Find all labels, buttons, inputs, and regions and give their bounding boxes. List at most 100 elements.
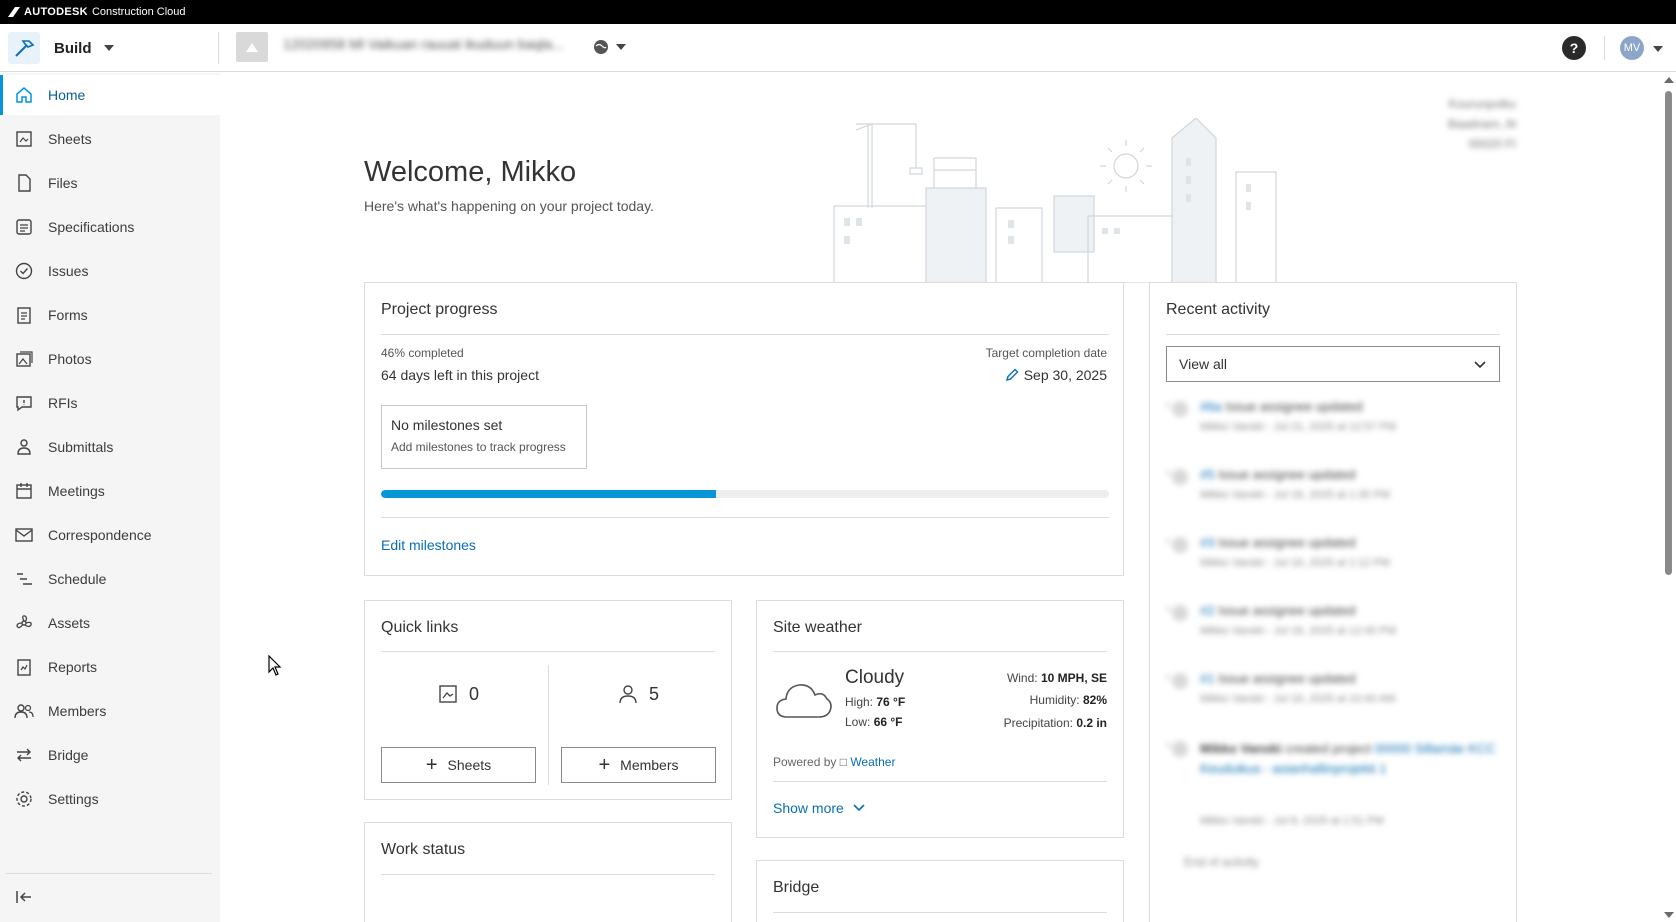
card-title: Site weather	[773, 619, 862, 636]
sidebar-item-settings[interactable]: Settings	[0, 779, 220, 819]
timeline-dot	[1166, 539, 1170, 543]
quick-links-divider	[548, 665, 549, 785]
sidebar-item-forms[interactable]: Forms	[0, 295, 220, 335]
sheets-icon	[14, 129, 34, 149]
activity-ref-link[interactable]: #6a	[1200, 399, 1222, 414]
card-title: Bridge	[773, 879, 820, 896]
card-divider	[773, 651, 1107, 652]
milestones-empty-state: No milestones set Add milestones to trac…	[381, 405, 587, 469]
activity-ref-link[interactable]: #2	[1200, 603, 1214, 618]
pencil-icon[interactable]	[1004, 367, 1020, 383]
collapse-sidebar-icon[interactable]	[14, 887, 34, 907]
page-scrollbar[interactable]	[1660, 73, 1676, 922]
gear-icon	[14, 789, 34, 809]
sidebar-item-rfis[interactable]: RFIs	[0, 383, 220, 423]
sidebar-item-assets[interactable]: Assets	[0, 603, 220, 643]
activity-item[interactable]: #6a Issue assignee updated Mikko Vanski …	[1166, 397, 1500, 453]
card-title: Quick links	[381, 619, 459, 636]
weather-attribution: Powered by □ Weather	[773, 755, 895, 769]
sidebar-item-schedule[interactable]: Schedule	[0, 559, 220, 599]
target-date[interactable]: Sep 30, 2025	[1004, 367, 1107, 383]
milestones-empty-hint: Add milestones to track progress	[391, 440, 566, 454]
sidebar-item-label: Reports	[48, 659, 98, 675]
sidebar-item-bridge[interactable]: Bridge	[0, 735, 220, 775]
sidebar-item-issues[interactable]: Issues	[0, 251, 220, 291]
progress-bar-fill	[381, 490, 716, 498]
activity-text: #6a Issue assignee updated	[1200, 399, 1363, 414]
scroll-up-arrow-icon[interactable]	[1664, 77, 1674, 83]
sidebar-item-reports[interactable]: Reports	[0, 647, 220, 687]
sidebar-item-label: Assets	[48, 615, 91, 631]
project-chevron-down-icon[interactable]	[616, 44, 626, 50]
sidebar-item-label: Photos	[48, 351, 92, 367]
person-icon	[619, 685, 637, 704]
activity-item-project-created[interactable]: Mikko Vanski created project 00000 Silla…	[1166, 737, 1500, 837]
sidebar-item-photos[interactable]: Photos	[0, 339, 220, 379]
sidebar-item-specifications[interactable]: Specifications	[0, 207, 220, 247]
weather-condition: Cloudy	[845, 667, 905, 688]
sidebar-item-submittals[interactable]: Submittals	[0, 427, 220, 467]
sidebar-item-correspondence[interactable]: Correspondence	[0, 515, 220, 555]
construction-skyline-illustration	[833, 118, 1277, 283]
bridge-icon	[14, 745, 34, 765]
sidebar-item-label: Settings	[48, 791, 99, 807]
activity-item[interactable]: #2 Issue assignee updated Mikko Vanski -…	[1166, 601, 1500, 657]
sidebar-item-meetings[interactable]: Meetings	[0, 471, 220, 511]
activity-ref-link[interactable]: #3	[1200, 535, 1214, 550]
activity-desc: Issue assignee updated	[1218, 535, 1356, 550]
activity-meta: Mikko Vanski - Jul 16, 2025 at 1:35 PM	[1200, 489, 1390, 501]
activity-desc: created project	[1285, 741, 1372, 756]
weather-logo-icon: □	[839, 755, 847, 769]
chevron-down-icon	[853, 804, 865, 812]
header-divider	[218, 32, 219, 64]
activity-item[interactable]: #1 Issue assignee updated Mikko Vanski -…	[1166, 669, 1500, 725]
sidebar-item-home[interactable]: Home	[0, 75, 220, 115]
scrollbar-thumb[interactable]	[1665, 91, 1672, 575]
avatar	[1172, 741, 1188, 757]
project-name[interactable]: 12020958 Ml Vaikuan rauuat ikuduun baqla…	[283, 36, 564, 52]
sheets-icon	[439, 685, 457, 703]
help-button[interactable]: ?	[1562, 36, 1586, 60]
weather-provider-link[interactable]: Weather	[850, 755, 895, 769]
avatar	[1172, 401, 1188, 417]
sheets-count-value: 0	[469, 683, 480, 704]
sidebar-item-members[interactable]: Members	[0, 691, 220, 731]
weather-high: High: 76 °F	[845, 695, 905, 709]
members-icon	[14, 701, 34, 721]
activity-item[interactable]: #3 Issue assignee updated Mikko Vanski -…	[1166, 533, 1500, 589]
avatar-chevron-down-icon[interactable]	[1653, 46, 1663, 52]
avatar[interactable]: MV	[1620, 36, 1644, 60]
site-weather-card: Site weather Cloudy High: 76 °F Low: 66 …	[756, 600, 1124, 838]
project-thumbnail[interactable]	[236, 32, 268, 62]
sidebar-item-sheets[interactable]: Sheets	[0, 119, 220, 159]
edit-milestones-link[interactable]: Edit milestones	[381, 537, 476, 553]
add-members-button[interactable]: + Members	[561, 747, 716, 783]
work-status-card: Work status	[364, 822, 732, 922]
sidebar-item-label: RFIs	[48, 395, 78, 411]
activity-desc: Issue assignee updated	[1225, 399, 1363, 414]
card-title: Project progress	[381, 301, 498, 318]
avatar	[1172, 537, 1188, 553]
chevron-down-icon	[103, 45, 114, 51]
cloud-icon	[776, 684, 832, 718]
sidebar-item-label: Schedule	[48, 571, 107, 587]
card-title: Recent activity	[1166, 301, 1271, 318]
activity-item[interactable]: #5 Issue assignee updated Mikko Vanski -…	[1166, 465, 1500, 521]
card-divider	[381, 517, 1109, 518]
address-line: Kourunpolku	[1448, 97, 1516, 111]
scroll-down-arrow-icon[interactable]	[1664, 912, 1674, 918]
add-sheets-button[interactable]: + Sheets	[381, 747, 536, 783]
timeline-dot	[1166, 607, 1170, 611]
show-more-button[interactable]: Show more	[773, 800, 866, 816]
sidebar-item-label: Members	[48, 703, 107, 719]
sheets-count[interactable]: 0	[437, 683, 479, 705]
page-title: Welcome, Mikko	[364, 156, 577, 188]
project-address: Kourunpolku Baadnam, Al 00020 FI	[1420, 94, 1516, 154]
members-count[interactable]: 5	[617, 683, 659, 705]
activity-ref-link[interactable]: #1	[1200, 671, 1214, 686]
product-switcher[interactable]: Build	[8, 30, 114, 66]
card-divider	[773, 781, 1107, 782]
sidebar-item-files[interactable]: Files	[0, 163, 220, 203]
activity-ref-link[interactable]: #5	[1200, 467, 1214, 482]
activity-filter-select[interactable]: View all	[1166, 346, 1500, 382]
